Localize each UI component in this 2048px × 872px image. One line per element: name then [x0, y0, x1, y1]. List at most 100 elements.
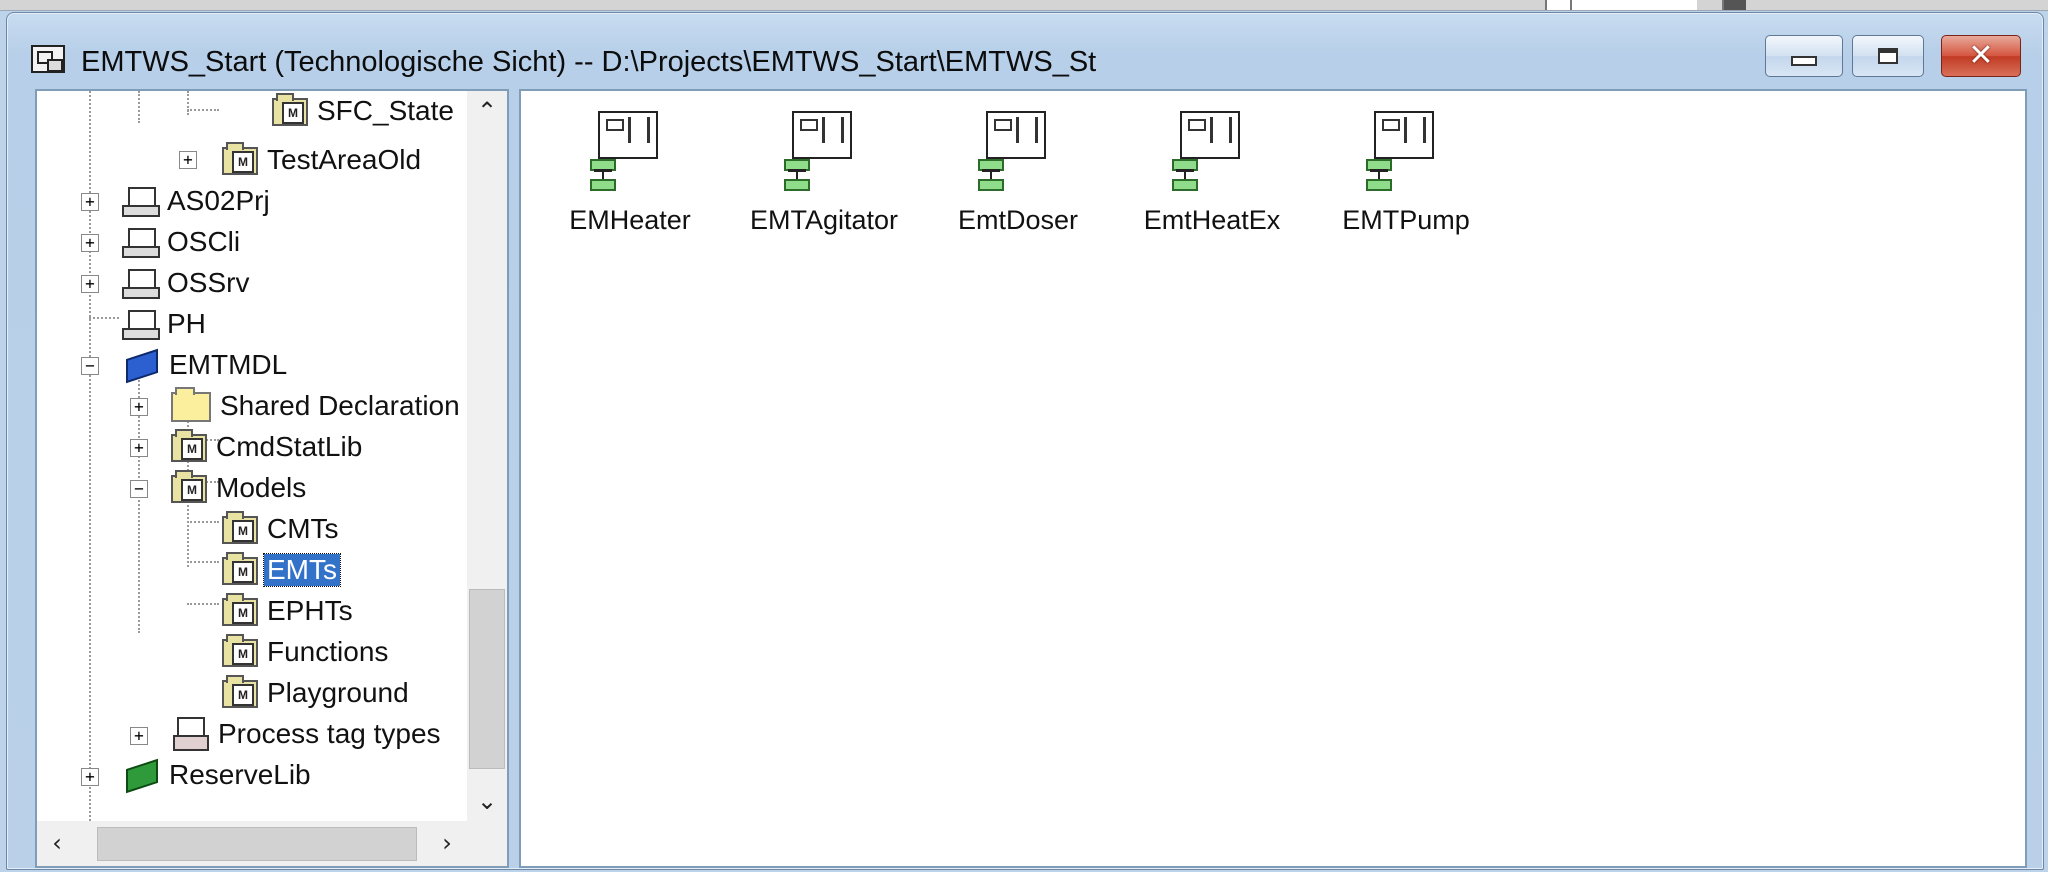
- object-item-label: EmtDoser: [957, 205, 1079, 235]
- folder-model-icon: [171, 470, 207, 503]
- tree-item-label: CmdStatLib: [216, 431, 363, 462]
- tree-item-ephts[interactable]: EPHTs: [222, 591, 356, 631]
- tree-item-cmts[interactable]: CMTs: [222, 509, 342, 549]
- tree-item-emts[interactable]: EMTs: [222, 550, 341, 590]
- scrollbar-corner: [467, 821, 507, 866]
- expand-toggle[interactable]: +: [81, 275, 99, 293]
- tree-item-functions[interactable]: Functions: [222, 632, 391, 672]
- object-item-label: EMTPump: [1342, 205, 1470, 235]
- tree-item-label: CMTs: [267, 513, 339, 544]
- minimize-icon: [1791, 56, 1817, 66]
- scroll-thumb[interactable]: [97, 827, 417, 861]
- tree-item-sfc-state[interactable]: SFC_State: [272, 91, 457, 131]
- expand-toggle[interactable]: +: [130, 439, 148, 457]
- collapse-toggle[interactable]: −: [130, 480, 148, 498]
- tree-item-label: Playground: [267, 677, 409, 708]
- maximize-icon: [1878, 48, 1898, 64]
- blue-library-icon: [122, 350, 160, 380]
- folder-model-icon: [171, 429, 207, 462]
- scroll-down-icon[interactable]: ⌄: [467, 781, 507, 821]
- expand-toggle[interactable]: +: [179, 151, 197, 169]
- tree-item-ph[interactable]: PH: [122, 304, 209, 344]
- content-view[interactable]: EMHeater EMTAgitator EmtDoser EmtHeatEx …: [519, 89, 2027, 868]
- title-bar[interactable]: EMTWS_Start (Technologische Sicht) -- D:…: [7, 13, 2043, 93]
- computer-icon: [122, 267, 160, 299]
- scroll-right-icon[interactable]: ›: [427, 821, 467, 866]
- tree-item-label: OSSrv: [167, 267, 250, 298]
- tree-item-label: SFC_State: [317, 95, 454, 126]
- object-item[interactable]: EMHeater: [545, 109, 715, 239]
- folder-model-icon: [222, 142, 258, 175]
- object-item[interactable]: EmtHeatEx: [1127, 109, 1297, 239]
- tree-view[interactable]: + + + + − + + − + + SFC_State TestAreaOl…: [35, 89, 509, 868]
- green-library-icon: [122, 760, 160, 790]
- object-item-label: EmtHeatEx: [1143, 205, 1281, 235]
- tree-item-label: Shared Declaration: [220, 390, 460, 421]
- expand-toggle[interactable]: +: [130, 727, 148, 745]
- tree-item-label: AS02Prj: [167, 185, 270, 216]
- object-item-label: EMHeater: [569, 205, 691, 235]
- minimize-button[interactable]: [1765, 35, 1843, 77]
- equipment-module-type-icon: [784, 109, 864, 193]
- folder-model-icon: [222, 511, 258, 544]
- folder-model-icon: [222, 634, 258, 667]
- tree-item-label: Models: [216, 472, 307, 503]
- expand-toggle[interactable]: +: [81, 768, 99, 786]
- tree-item-cmdstatlib[interactable]: CmdStatLib: [171, 427, 365, 467]
- tree-line: [187, 561, 219, 563]
- tree-item-ossrv[interactable]: OSSrv: [122, 263, 252, 303]
- tree-line: [187, 91, 189, 115]
- tree-item-models[interactable]: Models: [171, 468, 309, 508]
- collapse-toggle[interactable]: −: [81, 357, 99, 375]
- folder-model-icon: [222, 552, 258, 585]
- tree-item-reservelib[interactable]: ReserveLib: [122, 755, 314, 795]
- tree-line: [187, 603, 219, 605]
- window-title: EMTWS_Start (Technologische Sicht) -- D:…: [81, 46, 1097, 78]
- folder-model-icon: [222, 593, 258, 626]
- equipment-module-type-icon: [590, 109, 670, 193]
- tree-item-oscli[interactable]: OSCli: [122, 222, 243, 262]
- tree-item-label: Process tag types: [218, 718, 441, 749]
- tree-item-as02prj[interactable]: AS02Prj: [122, 181, 273, 221]
- process-tag-icon: [171, 717, 209, 751]
- object-item[interactable]: EmtDoser: [933, 109, 1103, 239]
- expand-toggle[interactable]: +: [130, 398, 148, 416]
- computer-icon: [122, 226, 160, 258]
- tree-item-shared-declaration[interactable]: Shared Declaration: [171, 386, 463, 426]
- tree-line: [89, 317, 119, 319]
- folder-model-icon: [222, 675, 258, 708]
- tree-item-label: OSCli: [167, 226, 241, 257]
- tree-item-playground[interactable]: Playground: [222, 673, 412, 713]
- object-item[interactable]: EMTPump: [1321, 109, 1491, 239]
- tree-item-testareaold[interactable]: TestAreaOld: [222, 140, 424, 180]
- tree-line: [138, 91, 140, 123]
- tree-item-process-tag-types[interactable]: Process tag types: [171, 714, 444, 754]
- tree-item-label: Functions: [267, 636, 389, 667]
- tree-item-label: PH: [167, 308, 206, 339]
- tree-item-label: ReserveLib: [169, 759, 311, 790]
- tree-rows: + + + + − + + − + + SFC_State TestAreaOl…: [37, 91, 467, 821]
- scroll-left-icon[interactable]: ‹: [37, 821, 77, 866]
- object-item[interactable]: EMTAgitator: [739, 109, 909, 239]
- main-window: EMTWS_Start (Technologische Sicht) -- D:…: [6, 12, 2044, 870]
- tree-vertical-scrollbar[interactable]: ⌃ ⌄: [467, 91, 507, 821]
- equipment-module-type-icon: [1366, 109, 1446, 193]
- tree-item-label: EMTMDL: [169, 349, 288, 380]
- close-button[interactable]: ✕: [1941, 35, 2021, 77]
- maximize-button[interactable]: [1852, 35, 1924, 77]
- scroll-thumb[interactable]: [469, 589, 505, 769]
- app-icon[interactable]: [31, 45, 65, 73]
- scroll-up-icon[interactable]: ⌃: [467, 91, 507, 131]
- computer-icon: [122, 308, 160, 340]
- tree-horizontal-scrollbar[interactable]: ‹ ›: [37, 821, 467, 866]
- close-icon: ✕: [1968, 38, 1994, 73]
- tree-item-label: EPHTs: [267, 595, 353, 626]
- expand-toggle[interactable]: +: [81, 193, 99, 211]
- expand-toggle[interactable]: +: [81, 234, 99, 252]
- background-window-strip: [0, 0, 2048, 11]
- tree-item-label: TestAreaOld: [267, 144, 422, 175]
- folder-icon: [171, 387, 211, 422]
- equipment-module-type-icon: [978, 109, 1058, 193]
- tree-line: [187, 521, 219, 523]
- tree-item-emtmdl[interactable]: EMTMDL: [122, 345, 290, 385]
